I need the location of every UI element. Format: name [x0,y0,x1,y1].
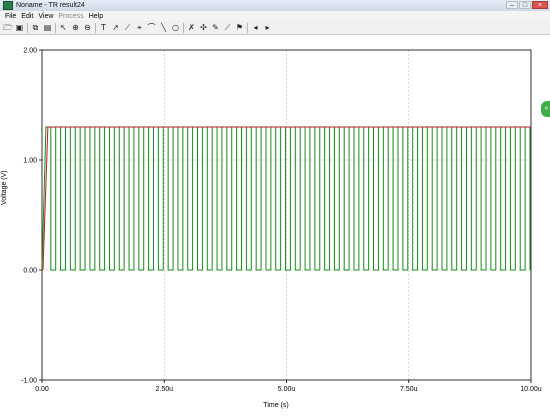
side-panel-handle[interactable]: « [541,101,550,117]
y-tick-label: 0.00 [23,268,37,275]
menu-edit[interactable]: Edit [21,13,33,20]
measure-icon[interactable]: ✎ [211,23,220,32]
toolbar-separator [27,22,28,33]
y-tick-label: 1.00 [23,158,37,165]
red-trace [42,126,531,271]
zoom-in-icon[interactable]: ⊕ [71,23,80,32]
chart-svg[interactable]: 0.00 2.50u 5.00u 7.50u 10.00u2.001.000.00-1.… [0,34,550,416]
x-tick-label: 10.00u [520,386,542,393]
marker-icon[interactable]: ⌖ [135,23,144,32]
copy-icon[interactable]: ⧉ [31,23,40,32]
x-tick-label: 7.50u [400,386,418,393]
toolbar-separator [55,22,56,33]
x-tick-label: 5.00u [278,386,296,393]
minimize-button[interactable]: – [506,1,518,9]
slope-icon[interactable]: ⟋ [223,23,232,32]
paste-icon[interactable]: ▤ [43,23,52,32]
circle-icon[interactable]: ○ [171,23,180,32]
toolbar: 🗁 ▣ ⧉ ▤ ↖ ⊕ ⊖ T ↗ ⟋ ⌖ ⌒ ╲ ○ ✗ ✣ ✎ ⟋ ⚑ ◂ ▸ [0,21,550,35]
menu-help[interactable]: Help [89,13,103,20]
save-icon[interactable]: ▣ [15,23,24,32]
maximize-button[interactable]: □ [519,1,531,9]
line-icon[interactable]: ╲ [159,23,168,32]
y-axis-title: Voltage (V) [1,170,8,205]
flag-icon[interactable]: ⚑ [235,23,244,32]
window-controls: – □ × [505,1,548,9]
window-title: Noname - TR result24 [16,2,85,9]
curve-icon[interactable]: ⌒ [147,23,156,32]
menu-bar: File Edit View Process Help [0,11,550,21]
prev-icon[interactable]: ◂ [251,23,260,32]
x-tick-label: 2.50u [155,386,173,393]
plot-area[interactable]: 0.00 2.50u 5.00u 7.50u 10.00u 2.00 1.00 0.00 -1.… [0,34,550,416]
menu-file[interactable]: File [5,13,16,20]
y-tick-label: -1.00 [21,378,37,385]
x-axis-title: Time (s) [263,402,289,409]
pointer-icon[interactable]: ↖ [59,23,68,32]
toolbar-separator [95,22,96,33]
close-button[interactable]: × [532,1,548,9]
app-icon [3,1,13,10]
toolbar-separator [183,22,184,33]
next-icon[interactable]: ▸ [263,23,272,32]
y-cursor-icon[interactable]: ✣ [199,23,208,32]
y-tick-label: 2.00 [23,48,37,55]
line-probe-icon[interactable]: ⟋ [123,23,132,32]
x-cursor-icon[interactable]: ✗ [187,23,196,32]
text-icon[interactable]: T [99,23,108,32]
toolbar-separator [247,22,248,33]
open-icon[interactable]: 🗁 [3,23,13,32]
menu-process[interactable]: Process [58,13,83,20]
menu-view[interactable]: View [38,13,53,20]
cursor-probe-icon[interactable]: ↗ [111,23,120,32]
zoom-out-icon[interactable]: ⊖ [83,23,92,32]
x-tick-label: 0.00 [35,386,49,393]
